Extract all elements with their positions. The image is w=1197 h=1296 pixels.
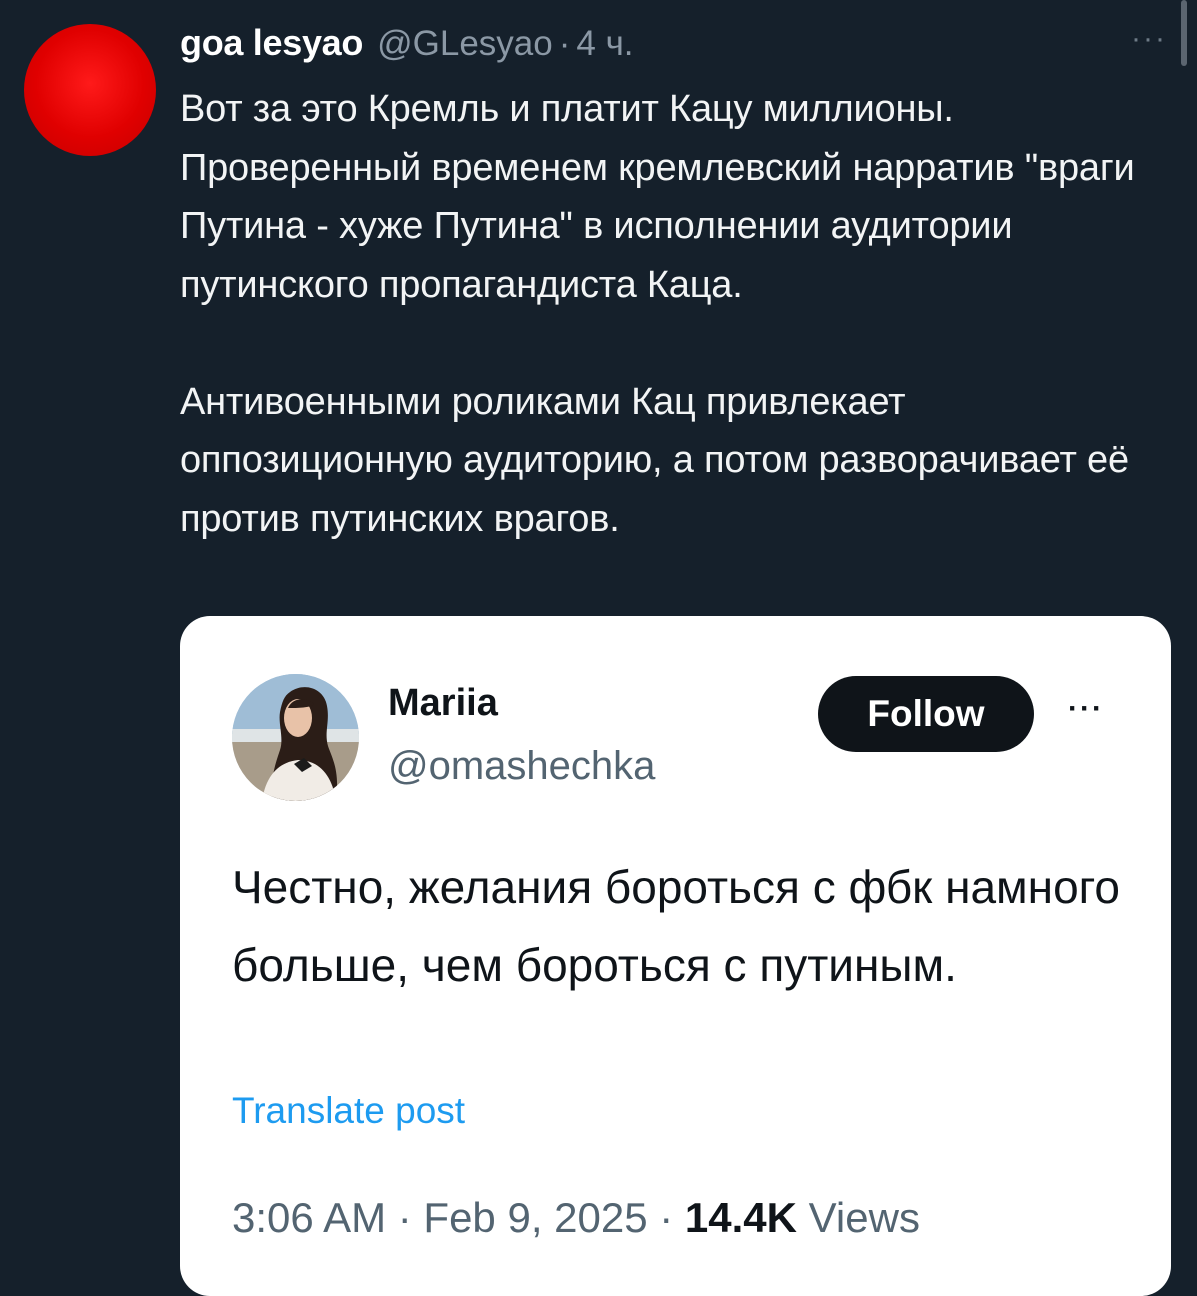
attached-screenshot[interactable]: Mariia @omashechka Follow ··· Честно, же… [180,616,1171,1296]
scrollbar[interactable] [1181,0,1187,66]
post-meta: 3:06 AM · Feb 9, 2025 · 14.4K Views [232,1194,920,1242]
author-avatar[interactable] [24,24,156,156]
tweet-paragraph-1: Вот за это Кремль и платит Кацу миллионы… [180,88,1135,306]
author-display-name[interactable]: goa lesyao [180,22,363,64]
quoted-username[interactable]: @omashechka [388,744,655,789]
author-handle[interactable]: @GLesyao [377,24,553,64]
tweet: goa lesyao @GLesyao · 4 ч. ··· Вот за эт… [0,0,1197,1296]
translate-post-link[interactable]: Translate post [232,1090,465,1132]
tweet-text: Вот за это Кремль и платит Кацу миллионы… [180,80,1170,548]
follow-button[interactable]: Follow [818,676,1034,752]
views-count: 14.4K [684,1194,797,1241]
quoted-more-icon[interactable]: ··· [1068,692,1104,726]
avatar-photo [232,674,359,801]
post-timestamp[interactable]: 3:06 AM · Feb 9, 2025 · [232,1194,685,1241]
tweet-paragraph-2: Антивоенными роликами Кац привлекает опп… [180,380,1129,540]
quoted-avatar[interactable] [232,674,359,801]
post-time[interactable]: 4 ч. [576,24,633,64]
tweet-header: goa lesyao @GLesyao · 4 ч. [180,22,634,68]
more-options-icon[interactable]: ··· [1131,22,1167,56]
separator-dot: · [558,24,571,63]
views-label: Views [797,1194,920,1241]
quoted-text: Честно, желания бороться с фбк намного б… [232,861,1121,991]
quoted-name[interactable]: Mariia [388,682,498,725]
